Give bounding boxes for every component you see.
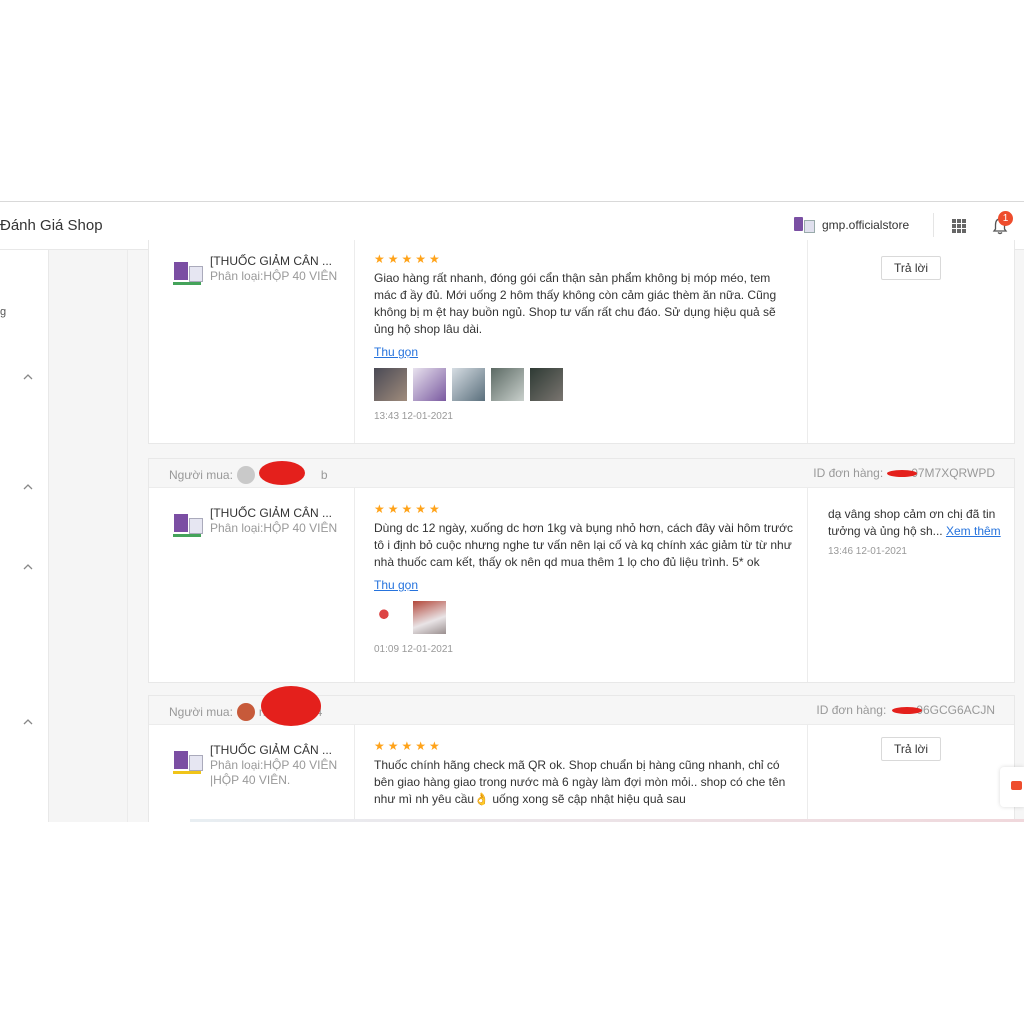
page-title: Đánh Giá Shop <box>0 217 103 234</box>
product-cell: [THUỐC GIẢM CÂN ... Phân loại:HỘP 40 VIÊ… <box>149 240 355 443</box>
redaction-mark-icon <box>887 470 917 477</box>
review-text: Dùng dc 12 ngày, xuống dc hơn 1kg và bụn… <box>374 521 794 569</box>
chevron-up-icon[interactable] <box>23 373 33 381</box>
review-image[interactable] <box>530 368 563 401</box>
review-images <box>374 368 794 401</box>
review-image[interactable] <box>374 368 407 401</box>
review-content: ★★★★★ Thuốc chính hãng check mã QR ok. S… <box>374 739 794 808</box>
redaction-heart-icon <box>259 461 305 485</box>
chevron-up-icon[interactable] <box>23 563 33 571</box>
see-more-link[interactable]: Xem thêm <box>946 524 1001 538</box>
chevron-up-icon[interactable] <box>23 718 33 726</box>
bottom-divider <box>190 819 1024 822</box>
product-thumbnail[interactable] <box>171 508 203 540</box>
divider <box>933 213 934 237</box>
product-thumbnail[interactable] <box>171 745 203 777</box>
buyer-avatar[interactable] <box>236 703 255 721</box>
review-card-header: Người mua: n 4 ID đơn hàng:06GCG6ACJN <box>149 686 1014 726</box>
product-variation: Phân loại:HỘP 40 VIÊN <box>210 521 338 535</box>
product-name[interactable]: [THUỐC GIẢM CÂN ... <box>210 506 350 521</box>
buyer-name[interactable]: b <box>321 468 328 482</box>
chat-icon[interactable] <box>1000 767 1024 807</box>
store-name: gmp.officialstore <box>822 218 910 232</box>
buyer-label: Người mua: <box>169 468 233 482</box>
order-id-label: ID đơn hàng: <box>816 703 887 717</box>
store-account[interactable]: gmp.officialstore <box>792 215 909 235</box>
review-card: [THUỐC GIẢM CÂN ... Phân loại:HỘP 40 VIÊ… <box>148 240 1015 444</box>
review-time: 13:43 12-01-2021 <box>374 411 453 422</box>
star-rating: ★★★★★ <box>374 739 443 753</box>
review-card: Người mua: n 4 ID đơn hàng:06GCG6ACJN [T… <box>148 686 1015 822</box>
product-name[interactable]: [THUỐC GIẢM CÂN ... <box>210 743 350 758</box>
reply-time: 13:46 12-01-2021 <box>828 546 907 557</box>
collapse-link[interactable]: Thu gọn <box>374 578 418 592</box>
review-image[interactable] <box>413 368 446 401</box>
reply-cell: dạ vâng shop cảm ơn chị đã tin tưởng và … <box>807 488 1014 682</box>
product-cell: [THUỐC GIẢM CÂN ... Phân loại:HỘP 40 VIÊ… <box>149 725 355 822</box>
product-variation: Phân loại:HỘP 40 VIÊN |HỘP 40 VIÊN. <box>210 758 338 787</box>
review-list: [THUỐC GIẢM CÂN ... Phân loại:HỘP 40 VIÊ… <box>128 240 1024 822</box>
reply-button[interactable]: Trả lời <box>881 737 941 761</box>
reply-cell: Trả lời <box>807 725 1014 822</box>
review-image[interactable] <box>374 601 407 634</box>
review-panel: Đánh Giá Shop gmp.officialstore 1 g [THU… <box>0 201 1024 822</box>
redaction-mark-icon <box>892 707 922 714</box>
review-content: ★★★★★ Dùng dc 12 ngày, xuống dc hơn 1kg … <box>374 502 794 655</box>
reply-cell: Trả lời <box>807 240 1014 443</box>
store-avatar <box>792 215 816 235</box>
shop-reply-text: dạ vâng shop cảm ơn chị đã tin tưởng và … <box>828 507 1001 538</box>
product-thumbnail[interactable] <box>171 256 203 288</box>
apps-grid-icon[interactable] <box>952 219 966 233</box>
review-text: Thuốc chính hãng check mã QR ok. Shop ch… <box>374 758 786 806</box>
sidebar-item-label[interactable]: g <box>0 306 6 318</box>
redaction-heart-icon <box>261 686 321 726</box>
sidebar: g <box>0 250 49 822</box>
product-cell: [THUỐC GIẢM CÂN ... Phân loại:HỘP 40 VIÊ… <box>149 488 355 682</box>
order-id[interactable]: 07M7XQRWPD <box>911 466 995 480</box>
review-text: Giao hàng rất nhanh, đóng gói cẩn thận s… <box>374 271 777 336</box>
review-image[interactable] <box>452 368 485 401</box>
star-rating: ★★★★★ <box>374 252 443 266</box>
review-image[interactable] <box>491 368 524 401</box>
buyer-avatar[interactable] <box>236 466 255 484</box>
review-image[interactable] <box>413 601 446 634</box>
notification-badge: 1 <box>998 211 1013 226</box>
review-images <box>374 601 794 634</box>
star-rating: ★★★★★ <box>374 502 443 516</box>
review-time: 01:09 12-01-2021 <box>374 644 453 655</box>
review-card: Người mua: b ID đơn hàng: 07M7XQRWPD [THU… <box>148 458 1015 683</box>
product-name[interactable]: [THUỐC GIẢM CÂN ... <box>210 254 350 269</box>
secondary-panel <box>49 250 128 822</box>
review-card-header: Người mua: b ID đơn hàng: 07M7XQRWPD <box>149 459 1014 488</box>
buyer-label: Người mua: <box>169 705 233 719</box>
reply-button[interactable]: Trả lời <box>881 256 941 280</box>
order-id-label: ID đơn hàng: <box>813 466 884 480</box>
chevron-up-icon[interactable] <box>23 483 33 491</box>
review-content: ★★★★★ Giao hàng rất nhanh, đóng gói cẩn … <box>374 252 794 422</box>
order-id[interactable]: 06GCG6ACJN <box>916 703 995 717</box>
collapse-link[interactable]: Thu gọn <box>374 345 418 359</box>
product-variation: Phân loại:HỘP 40 VIÊN <box>210 269 338 283</box>
